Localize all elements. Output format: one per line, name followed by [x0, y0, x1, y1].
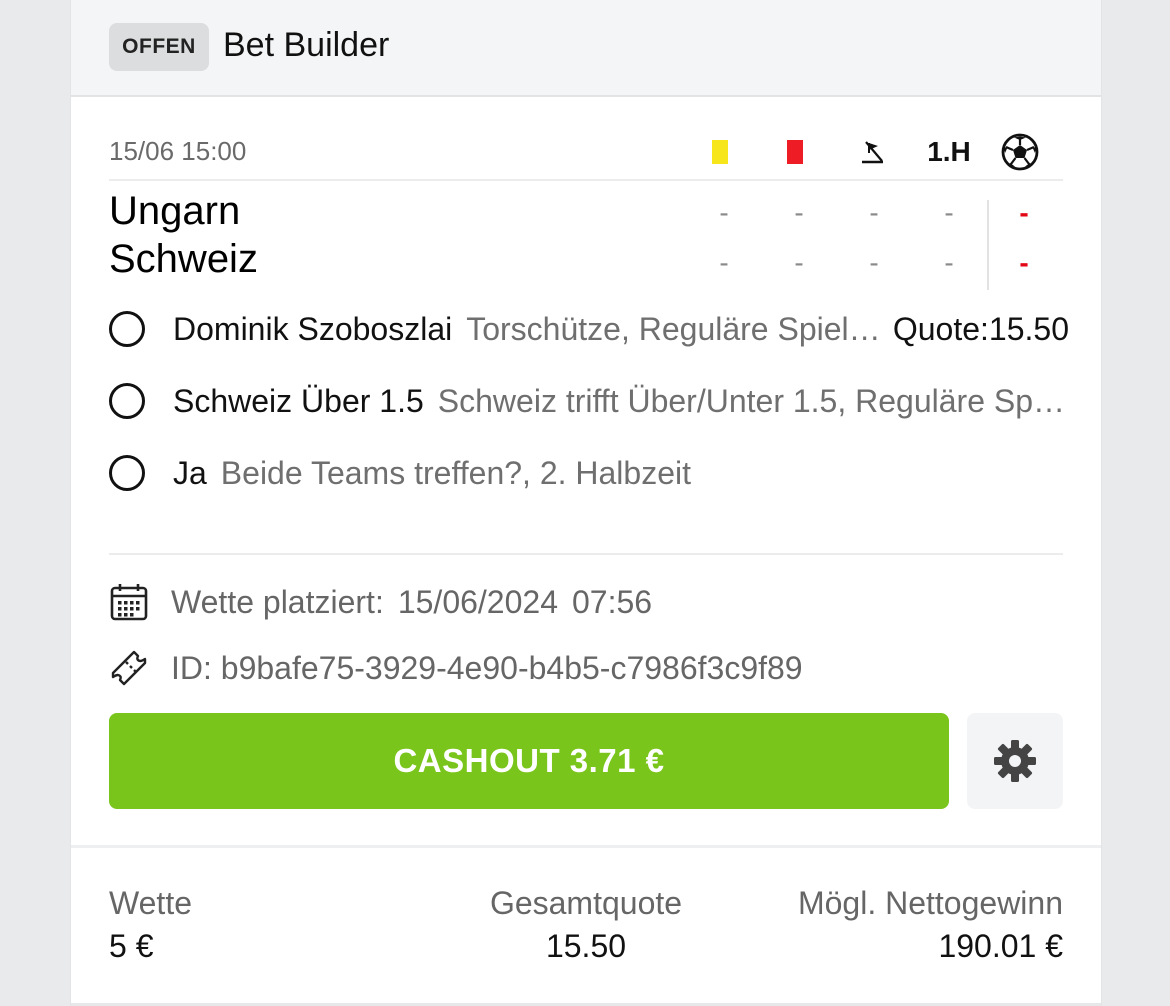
bet-card: OFFEN Bet Builder 15/06 15:00 1.H Ungarn… [70, 0, 1102, 1006]
selection-status-circle [109, 383, 145, 419]
selection-row[interactable]: Schweiz Über 1.5 Schweiz trifft Über/Unt… [109, 379, 1069, 423]
selection-name: Ja [173, 454, 207, 491]
away-red-cards: - [794, 247, 804, 278]
selection-description: Beide Teams treffen?, 2. Halbzeit [220, 454, 691, 491]
cashout-settings-button[interactable] [967, 713, 1063, 809]
cashout-button[interactable]: CASHOUT 3.71 € [109, 713, 949, 809]
home-corners: - [869, 197, 879, 228]
bet-type-title: Bet Builder [223, 26, 390, 64]
selection-description: Schweiz trifft Über/Unter 1.5, Reguläre … [437, 382, 1069, 419]
bet-placed-time: 07:56 [571, 583, 653, 620]
yellow-card-icon [712, 134, 728, 170]
header-divider [109, 179, 1063, 181]
status-badge: OFFEN [109, 23, 209, 71]
selection-name: Dominik Szoboszlai [173, 310, 453, 347]
bet-card-header: OFFEN Bet Builder [71, 0, 1101, 97]
bet-id: ID: b9bafe75-3929-4e90-b4b5-c7986f3c9f89 [171, 649, 803, 686]
away-first-half: - [944, 247, 954, 278]
stake-value: 5 € [109, 928, 154, 964]
bet-placed-row: Wette platziert: 15/06/2024 07:56 [109, 582, 652, 622]
home-goals: - [1019, 197, 1029, 228]
score-divider [987, 200, 989, 290]
potential-win-value: 190.01 € [938, 928, 1063, 964]
selections-divider [109, 553, 1063, 555]
bet-id-row: ID: b9bafe75-3929-4e90-b4b5-c7986f3c9f89 [109, 648, 803, 688]
summary-divider [71, 845, 1101, 848]
home-first-half: - [944, 197, 954, 228]
team-away-name: Schweiz [109, 237, 258, 281]
away-yellow-cards: - [719, 247, 729, 278]
home-red-cards: - [794, 197, 804, 228]
calendar-icon [110, 584, 148, 621]
away-corners: - [869, 247, 879, 278]
ball-icon [1001, 133, 1039, 171]
team-home-name: Ungarn [109, 189, 241, 233]
selection-odds: Quote:15.50 [892, 310, 1069, 347]
bet-placed-label: Wette platziert: [171, 583, 384, 620]
selection-row[interactable]: Dominik Szoboszlai Torschütze, Reguläre … [109, 307, 1069, 351]
ticket-icon [111, 650, 147, 686]
selection-row[interactable]: Ja Beide Teams treffen?, 2. Halbzeit [109, 451, 1069, 495]
total-odds-label: Gesamtquote [489, 885, 683, 921]
stake-label: Wette [109, 885, 192, 921]
potential-win-label: Mögl. Nettogewinn [797, 885, 1063, 921]
selection-status-circle [109, 455, 145, 491]
first-half-label: 1.H [927, 136, 971, 167]
selection-description: Torschütze, Reguläre Spielzeit [466, 310, 887, 347]
total-odds-value: 15.50 [545, 928, 627, 964]
selection-status-circle [109, 311, 145, 347]
bet-placed-date: 15/06/2024 [397, 583, 558, 620]
gear-icon [994, 740, 1036, 782]
home-yellow-cards: - [719, 197, 729, 228]
away-goals: - [1019, 247, 1029, 278]
red-card-icon [787, 134, 803, 170]
event-datetime: 15/06 15:00 [109, 136, 247, 166]
selection-name: Schweiz Über 1.5 [173, 382, 424, 419]
corner-icon [856, 134, 886, 170]
